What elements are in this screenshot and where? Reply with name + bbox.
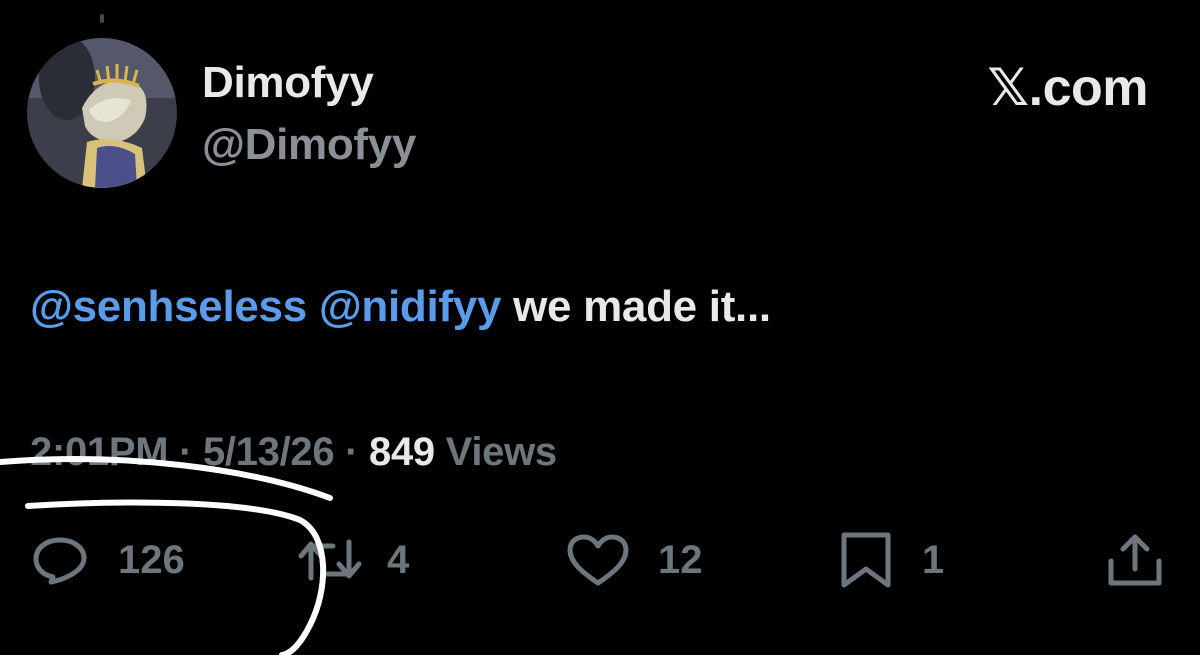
tweet-text: @senhseless @nidifyy we made it...	[30, 282, 771, 332]
meta-separator: ·	[179, 430, 193, 474]
repost-button[interactable]: 4	[297, 530, 409, 590]
avatar-illustration	[27, 38, 177, 188]
bookmark-icon	[841, 532, 891, 588]
reply-count: 126	[118, 537, 185, 582]
tweet-meta: 2:01PM · 5/13/26 · 849 Views	[30, 430, 557, 475]
tweet-date[interactable]: 5/13/26	[203, 430, 335, 474]
stray-dot	[100, 14, 104, 23]
heart-icon	[567, 534, 629, 586]
mention-link[interactable]: @nidifyy	[319, 282, 502, 331]
reply-button[interactable]: 126	[30, 530, 185, 590]
reply-icon	[33, 537, 87, 585]
tweet-time[interactable]: 2:01PM	[30, 430, 169, 474]
x-brand-logo: 𝕏.com	[987, 59, 1148, 117]
repost-count: 4	[387, 537, 410, 582]
share-button[interactable]	[1105, 530, 1165, 590]
like-button[interactable]: 12	[566, 530, 703, 590]
bookmark-button[interactable]: 1	[838, 530, 944, 590]
meta-separator: ·	[345, 430, 359, 474]
repost-icon	[298, 539, 362, 581]
bookmark-count: 1	[922, 537, 945, 582]
tweet-body: we made it...	[513, 282, 771, 331]
views-label: Views	[445, 430, 557, 474]
mention-link[interactable]: @senhseless	[30, 282, 307, 331]
author-display-name[interactable]: Dimofyy	[202, 58, 374, 108]
author-handle[interactable]: @Dimofyy	[202, 120, 416, 170]
share-icon	[1108, 534, 1162, 586]
views-count: 849	[369, 430, 435, 474]
like-count: 12	[658, 537, 703, 582]
avatar[interactable]	[27, 38, 177, 188]
action-bar: 126 4 12 1	[0, 530, 1200, 590]
